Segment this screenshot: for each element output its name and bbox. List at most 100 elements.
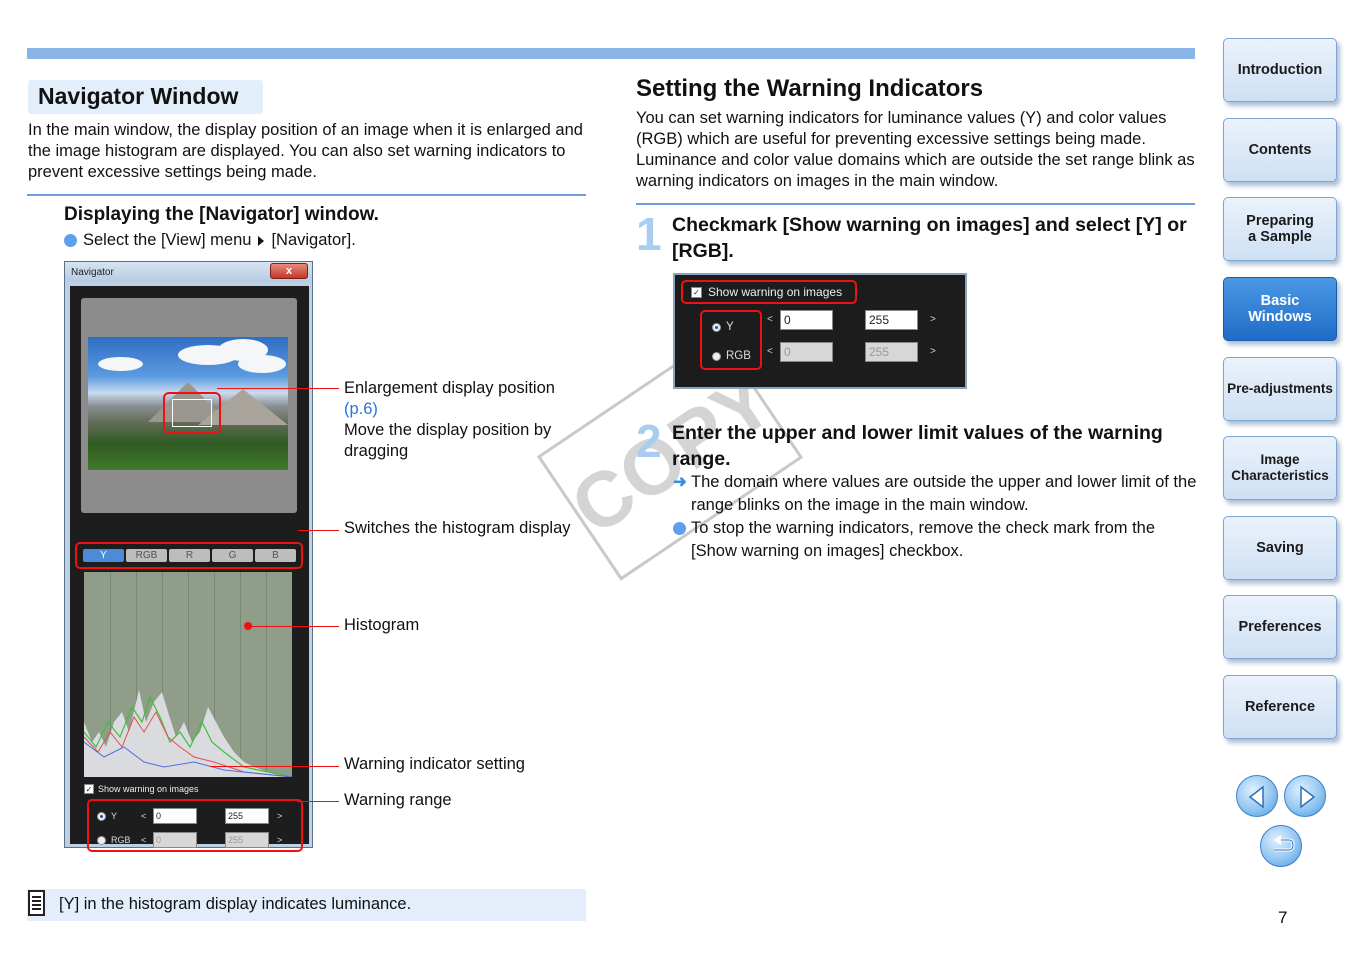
instruction-part1: Select the [View] menu bbox=[83, 231, 252, 249]
show-warning-checkbox[interactable]: ✓ bbox=[84, 784, 94, 794]
callout-warning-setting: Warning indicator setting bbox=[344, 755, 525, 773]
histogram-tabs: Y RGB R G B bbox=[83, 549, 296, 562]
display-position-marker[interactable] bbox=[172, 399, 212, 427]
divider bbox=[27, 194, 586, 196]
callout-warning-range: Warning range bbox=[344, 791, 452, 809]
tab-b[interactable]: B bbox=[255, 549, 296, 562]
tab-g[interactable]: G bbox=[212, 549, 253, 562]
return-icon bbox=[1274, 835, 1295, 852]
callout-switches: Switches the histogram display bbox=[344, 519, 571, 537]
memo-icon bbox=[28, 890, 45, 916]
return-button[interactable] bbox=[1260, 825, 1302, 867]
lt-sign: < bbox=[141, 835, 147, 845]
tab-y[interactable]: Y bbox=[83, 549, 124, 562]
show-warning-checkbox[interactable]: ✓ bbox=[691, 286, 702, 298]
nav-basic-windows[interactable]: Basic Windows bbox=[1223, 277, 1337, 341]
step-2-text: Enter the upper and lower limit values o… bbox=[672, 422, 1163, 470]
nav-pre-adjustments[interactable]: Pre-adjustments bbox=[1223, 357, 1337, 421]
right-title: Setting the Warning Indicators bbox=[636, 75, 984, 102]
tip-text: To stop the warning indicators, remove t… bbox=[691, 519, 1156, 560]
y-low-input[interactable]: 0 bbox=[153, 808, 197, 824]
page-number: 7 bbox=[1278, 908, 1288, 927]
step-number-2: 2 bbox=[636, 415, 662, 467]
previous-page-button[interactable] bbox=[1236, 775, 1278, 817]
navigator-body: Y RGB R G B ✓ Show warning on images Y <… bbox=[70, 286, 309, 852]
y-label: Y bbox=[726, 321, 734, 333]
y-option[interactable]: Y bbox=[712, 321, 734, 333]
sub-title: Displaying the [Navigator] window. bbox=[64, 204, 379, 225]
bullet-icon bbox=[64, 234, 77, 247]
mode-radio-highlight: Y RGB bbox=[700, 310, 762, 370]
divider bbox=[636, 203, 1195, 205]
navigator-window: Navigator x Y RGB R G B ✓ Show warning o… bbox=[64, 261, 313, 852]
gt-sign: > bbox=[277, 835, 283, 845]
show-warning-label: Show warning on images bbox=[708, 285, 843, 299]
show-warning-row: ✓ Show warning on images bbox=[84, 784, 199, 794]
rgb-radio[interactable] bbox=[712, 351, 721, 361]
tip-bullet: To stop the warning indicators, remove t… bbox=[673, 517, 1198, 563]
rgb-low-input[interactable]: 0 bbox=[153, 832, 197, 848]
navigator-titlebar[interactable]: Navigator x bbox=[65, 262, 312, 282]
next-page-button[interactable] bbox=[1284, 775, 1326, 817]
instruction: Select the [View] menu [Navigator]. bbox=[64, 231, 356, 250]
step-1-text: Checkmark [Show warning on images] and s… bbox=[672, 214, 1187, 262]
result-text: The domain where values are outside the … bbox=[691, 473, 1197, 514]
y-radio[interactable] bbox=[97, 811, 106, 821]
arrow-left-icon bbox=[1248, 785, 1264, 809]
right-intro: You can set warning indicators for lumin… bbox=[636, 109, 1195, 190]
callout-enlargement-title: Enlargement display position bbox=[344, 379, 555, 397]
y-high-input[interactable]: 255 bbox=[865, 310, 918, 330]
y-range-row: Y < 0 255 > bbox=[97, 808, 287, 824]
nav-image-characteristics[interactable]: Image Characteristics bbox=[1223, 436, 1337, 500]
rgb-high-input[interactable]: 255 bbox=[865, 342, 918, 362]
rgb-label: RGB bbox=[111, 835, 131, 845]
tab-r[interactable]: R bbox=[169, 549, 210, 562]
warning-range-group: Y < 0 255 > RGB < 0 255 > bbox=[87, 799, 303, 852]
tab-rgb[interactable]: RGB bbox=[126, 549, 167, 562]
gt-sign: > bbox=[930, 346, 936, 357]
bullet-icon bbox=[673, 522, 686, 535]
rgb-range-row: RGB < 0 255 > bbox=[97, 832, 287, 848]
nav-contents[interactable]: Contents bbox=[1223, 118, 1337, 182]
callout-line bbox=[297, 801, 339, 802]
lt-sign: < bbox=[767, 346, 773, 357]
y-radio[interactable] bbox=[712, 322, 721, 332]
section-intro: In the main window, the display position… bbox=[28, 121, 583, 181]
rgb-option[interactable]: RGB bbox=[712, 350, 751, 362]
rgb-high-input[interactable]: 255 bbox=[225, 832, 269, 848]
gt-sign: > bbox=[930, 314, 936, 325]
y-label: Y bbox=[111, 811, 118, 821]
page-link[interactable]: (p.6) bbox=[344, 399, 594, 420]
instruction-part2: [Navigator]. bbox=[271, 231, 356, 249]
gt-sign: > bbox=[277, 811, 283, 821]
histogram bbox=[84, 572, 292, 777]
arrow-right-icon bbox=[1300, 785, 1316, 809]
nav-reference[interactable]: Reference bbox=[1223, 675, 1337, 739]
section-title: Navigator Window bbox=[28, 80, 263, 114]
rgb-radio[interactable] bbox=[97, 835, 106, 845]
warning-settings-panel: ✓ Show warning on images Y RGB < 0 255 >… bbox=[673, 273, 967, 389]
y-high-input[interactable]: 255 bbox=[225, 808, 269, 824]
close-button[interactable]: x bbox=[270, 263, 308, 279]
nav-saving[interactable]: Saving bbox=[1223, 516, 1337, 580]
nav-preferences[interactable]: Preferences bbox=[1223, 595, 1337, 659]
result-bullet: ➜ The domain where values are outside th… bbox=[673, 471, 1198, 517]
show-warning-highlight: ✓ Show warning on images bbox=[681, 280, 857, 304]
navigator-title: Navigator bbox=[71, 267, 114, 278]
nav-introduction[interactable]: Introduction bbox=[1223, 38, 1337, 102]
rgb-low-input[interactable]: 0 bbox=[780, 342, 833, 362]
callout-histogram: Histogram bbox=[344, 616, 420, 634]
top-accent-bar bbox=[27, 48, 1195, 59]
note-text: [Y] in the histogram display indicates l… bbox=[59, 895, 412, 913]
histogram-tabs-highlight: Y RGB R G B bbox=[75, 542, 303, 569]
callout-line bbox=[210, 766, 339, 767]
step-number-1: 1 bbox=[636, 208, 662, 260]
show-warning-label: Show warning on images bbox=[98, 784, 199, 794]
enlargement-frame[interactable] bbox=[163, 392, 221, 434]
lt-sign: < bbox=[767, 314, 773, 325]
menu-arrow-icon bbox=[258, 235, 265, 246]
callout-line bbox=[250, 626, 339, 627]
nav-preparing-sample[interactable]: Preparing a Sample bbox=[1223, 197, 1337, 261]
y-low-input[interactable]: 0 bbox=[780, 310, 833, 330]
callout-line bbox=[217, 388, 339, 389]
